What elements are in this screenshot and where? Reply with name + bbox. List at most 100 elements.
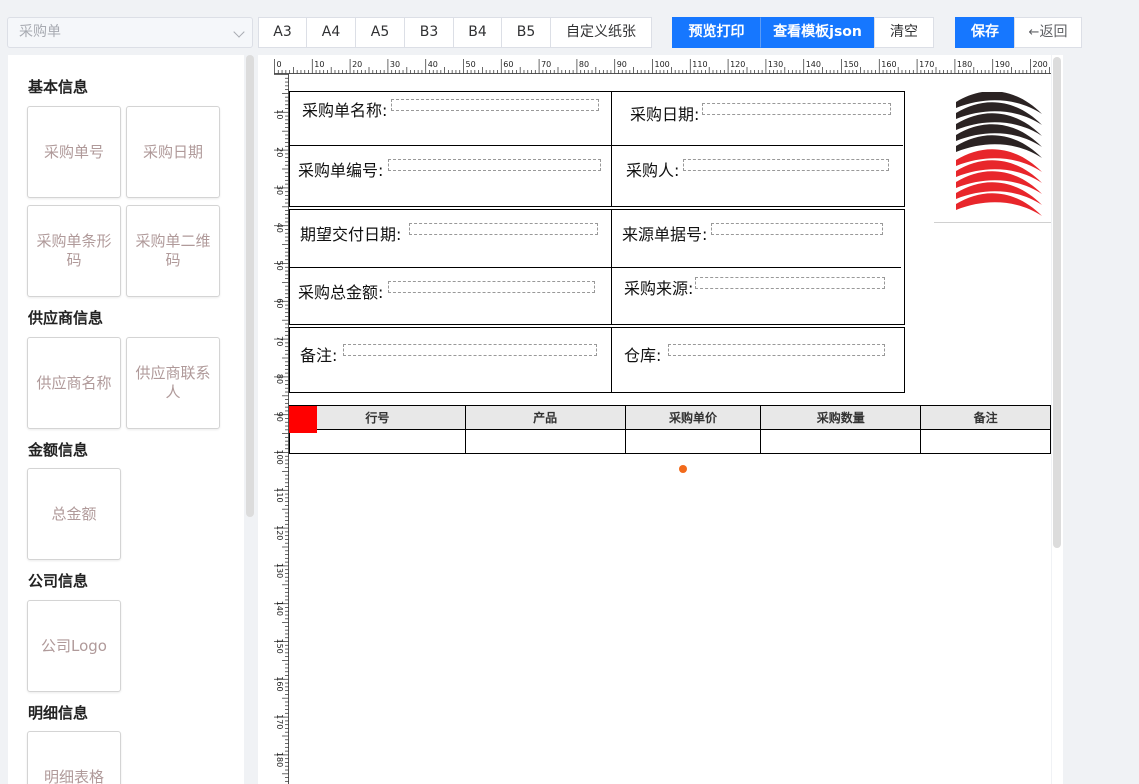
field-delivery-date[interactable]: 期望交付日期:: [300, 221, 401, 245]
group-title-supplier: 供应商信息: [28, 309, 104, 327]
company-logo-image: [956, 91, 1042, 216]
paper-a4-button[interactable]: A4: [306, 17, 356, 48]
table-drag-handle[interactable]: [289, 406, 317, 433]
tile-supplier-name[interactable]: 供应商名称: [27, 337, 121, 429]
detail-table-header: 行号 产品 采购单价 采购数量 备注: [289, 405, 1051, 430]
chevron-down-icon: [233, 26, 245, 38]
divider: [289, 267, 901, 268]
divider: [611, 327, 612, 393]
field-source-number-value[interactable]: [711, 223, 883, 235]
field-source-value[interactable]: [695, 277, 885, 289]
paper-custom-button[interactable]: 自定义纸张: [550, 17, 652, 48]
ruler-label: 130: [275, 563, 284, 578]
paper-b5-button[interactable]: B5: [501, 17, 551, 48]
table-cell[interactable]: [624, 429, 762, 454]
field-source-number[interactable]: 来源单据号:: [622, 221, 707, 245]
tile-order-barcode[interactable]: 采购单条形码: [27, 205, 121, 297]
detail-table[interactable]: 行号 产品 采购单价 采购数量 备注: [289, 405, 1051, 454]
horizontal-ruler-ticks: 0 10 20 30 40 50 60 70 80 90 100 110 120 130 140 150 160…: [274, 59, 1050, 74]
canvas-scrollbar[interactable]: [1052, 55, 1063, 784]
field-order-number[interactable]: 采购单编号:: [298, 157, 383, 181]
tile-detail-table[interactable]: 明细表格: [27, 731, 121, 784]
paper-a3-button[interactable]: A3: [258, 17, 307, 48]
ruler-label: 170: [919, 60, 934, 69]
field-warehouse[interactable]: 仓库:: [624, 342, 661, 366]
ruler-label: 20: [275, 147, 284, 157]
ruler-label: 10: [275, 109, 284, 119]
ruler-label: 110: [275, 487, 284, 502]
ruler-label: 110: [692, 60, 707, 69]
detail-header-quantity[interactable]: 采购数量: [760, 405, 922, 430]
toolbar: 采购单: [7, 17, 253, 49]
table-cell[interactable]: [920, 429, 1051, 454]
group-title-basic: 基本信息: [28, 78, 89, 96]
paper-b4-button[interactable]: B4: [453, 17, 502, 48]
tile-company-logo[interactable]: 公司Logo: [27, 600, 121, 692]
tile-order-date[interactable]: 采购日期: [126, 106, 220, 198]
field-order-date[interactable]: 采购日期:: [630, 101, 699, 125]
ruler-label: 30: [390, 60, 400, 69]
ruler-label: 150: [844, 60, 859, 69]
field-order-date-value[interactable]: [702, 103, 891, 115]
paper-b3-button[interactable]: B3: [404, 17, 454, 48]
group-title-amount: 金额信息: [28, 441, 89, 459]
ruler-label: 60: [503, 60, 513, 69]
panel-scrollbar[interactable]: [246, 55, 254, 517]
paper-a5-button[interactable]: A5: [355, 17, 405, 48]
design-canvas[interactable]: 0 10 20 30 40 50 60 70 80 90 100 110 120 130 140 150 160…: [258, 55, 1051, 784]
detail-header-remark[interactable]: 备注: [920, 405, 1051, 430]
back-button[interactable]: ←返回: [1014, 17, 1082, 48]
template-select-placeholder: 采购单: [19, 24, 61, 40]
field-total-amount-value[interactable]: [388, 281, 595, 293]
ruler-label: 0: [277, 60, 282, 69]
field-remark[interactable]: 备注:: [300, 342, 337, 366]
group-title-detail: 明细信息: [28, 704, 89, 722]
tile-total-amount[interactable]: 总金额: [27, 468, 121, 560]
tile-order-qrcode[interactable]: 采购单二维码: [126, 205, 220, 297]
detail-header-product[interactable]: 产品: [464, 405, 626, 430]
ruler-label: 160: [881, 60, 896, 69]
table-cell[interactable]: [289, 429, 466, 454]
field-buyer[interactable]: 采购人:: [626, 157, 679, 181]
ruler-label: 180: [957, 60, 972, 69]
ruler-label: 100: [275, 450, 284, 465]
field-source[interactable]: 采购来源:: [624, 275, 693, 299]
ruler-label: 190: [995, 60, 1010, 69]
ruler-label: 80: [275, 374, 284, 384]
ruler-label: 80: [579, 60, 589, 69]
arrow-left-icon: ←: [1028, 25, 1040, 40]
tile-order-number[interactable]: 采购单号: [27, 106, 121, 198]
form-block-remarks[interactable]: [289, 327, 905, 393]
field-buyer-value[interactable]: [683, 159, 889, 171]
field-total-amount[interactable]: 采购总金额:: [298, 279, 383, 303]
field-delivery-date-value[interactable]: [409, 223, 598, 235]
field-order-name[interactable]: 采购单名称:: [302, 97, 387, 121]
resize-handle-dot[interactable]: [679, 465, 687, 473]
ruler-label: 120: [730, 60, 745, 69]
clear-button[interactable]: 清空: [874, 17, 934, 48]
field-warehouse-value[interactable]: [668, 344, 885, 356]
table-cell[interactable]: [464, 429, 626, 454]
field-order-name-value[interactable]: [391, 99, 599, 111]
ruler-label: 100: [655, 60, 670, 69]
view-json-button[interactable]: 查看模板json: [760, 17, 875, 48]
preview-print-button[interactable]: 预览打印: [672, 17, 761, 48]
canvas-scrollbar-thumb[interactable]: [1053, 57, 1061, 548]
save-button[interactable]: 保存: [955, 17, 1015, 48]
divider: [611, 91, 612, 207]
save-group: 保存 ←返回: [955, 17, 1082, 48]
paper-size-group: A3 A4 A5 B3 B4 B5 自定义纸张: [258, 17, 652, 48]
element-panel: 基本信息 采购单号 采购日期 采购单条形码 采购单二维码 供应商信息 供应商名称…: [8, 55, 244, 784]
company-logo[interactable]: [934, 91, 1051, 223]
field-remark-value[interactable]: [343, 344, 597, 356]
template-select[interactable]: 采购单: [7, 17, 253, 48]
group-title-company: 公司信息: [28, 572, 89, 590]
field-order-number-value[interactable]: [388, 159, 601, 171]
table-cell[interactable]: [760, 429, 922, 454]
vertical-ruler: 10 20 30 40 50 60 70 80 90 100 110 120 130 140 150 160 1…: [274, 74, 289, 784]
ruler-label: 90: [617, 60, 627, 69]
detail-header-unit-price[interactable]: 采购单价: [624, 405, 762, 430]
ruler-label: 60: [275, 298, 284, 308]
tile-supplier-contact[interactable]: 供应商联系人: [126, 337, 220, 429]
ruler-label: 160: [275, 676, 284, 691]
